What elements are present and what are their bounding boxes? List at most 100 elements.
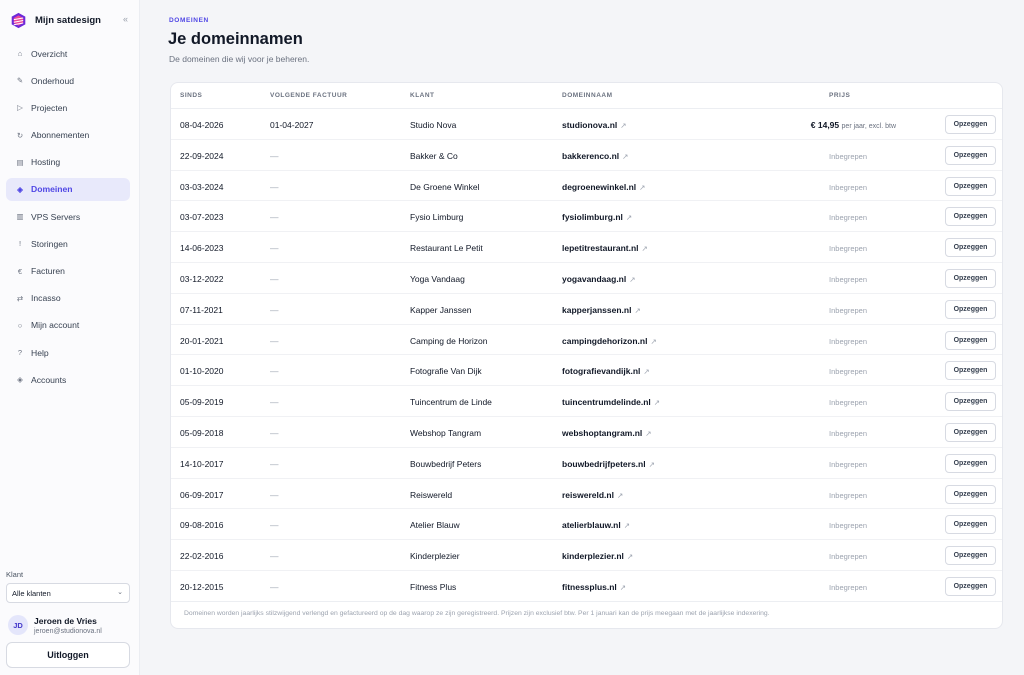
cancel-domain-button[interactable]: Opzeggen	[945, 453, 996, 473]
external-link-icon: ↗	[653, 398, 661, 408]
cancel-domain-button[interactable]: Opzeggen	[945, 484, 996, 504]
cancel-domain-button[interactable]: Opzeggen	[945, 392, 996, 412]
sidebar-item-onderhoud[interactable]: ✎ Onderhoud	[6, 69, 130, 92]
price-included: Inbegrepen	[829, 151, 867, 161]
price-included: Inbegrepen	[829, 213, 867, 223]
sidebar-item-hosting[interactable]: ▤ Hosting	[6, 151, 130, 174]
logout-button[interactable]: Uitloggen	[6, 642, 130, 668]
column-header-client: KLANT	[410, 92, 435, 99]
collapse-sidebar-icon[interactable]: «	[123, 14, 128, 24]
table-row: 09-08-2016 — Atelier Blauw atelierblauw.nl ↗…	[171, 509, 1002, 541]
table-row: 22-09-2024 — Bakker & Co bakkerenco.nl ↗ Inbe…	[171, 140, 1002, 171]
cancel-domain-button[interactable]: Opzeggen	[945, 576, 996, 596]
since-date: 05-09-2019	[180, 397, 224, 408]
sidebar-item-abonnementen[interactable]: ↻ Abonnementen	[6, 124, 130, 147]
next-invoice-date: —	[270, 520, 279, 531]
cancel-domain-button[interactable]: Opzeggen	[945, 238, 996, 258]
cancel-domain-button[interactable]: Opzeggen	[945, 145, 996, 165]
price-included: Inbegrepen	[829, 582, 867, 592]
sidebar-item-label: Help	[31, 347, 49, 358]
euro-icon: €	[17, 266, 23, 276]
domain-link[interactable]: webshoptangram.nl ↗	[562, 428, 652, 438]
cancel-domain-button[interactable]: Opzeggen	[945, 330, 996, 350]
vps-icon: ▥	[16, 212, 24, 222]
price-included: Inbegrepen	[829, 182, 867, 192]
klant-select[interactable]: Alle klanten ⌄	[6, 583, 130, 603]
domain-link[interactable]: fitnessplus.nl ↗	[562, 582, 626, 592]
domain-link[interactable]: campingdehorizon.nl ↗	[562, 336, 657, 346]
price-included: Inbegrepen	[829, 459, 867, 469]
table-row: 03-03-2024 — De Groene Winkel degroenewinke…	[171, 171, 1002, 202]
cancel-domain-button[interactable]: Opzeggen	[945, 207, 996, 227]
domain-link[interactable]: bakkerenco.nl ↗	[562, 151, 628, 161]
domain-link[interactable]: degroenewinkel.nl ↗	[562, 182, 645, 192]
brand[interactable]: Mijn satdesign «	[10, 10, 130, 30]
next-invoice-date: —	[270, 366, 279, 377]
cancel-domain-button[interactable]: Opzeggen	[945, 115, 996, 134]
client-name: Bouwbedrijf Peters	[410, 458, 482, 469]
sidebar-item-facturen[interactable]: € Facturen	[6, 260, 130, 283]
sidebar-item-label: Hosting	[31, 157, 61, 168]
sidebar-item-help[interactable]: ? Help	[6, 341, 130, 364]
external-link-icon: ↗	[634, 305, 641, 315]
client-name: Camping de Horizon	[410, 335, 488, 346]
sidebar-item-mijn-account[interactable]: ○ Mijn account	[6, 314, 130, 337]
client-name: Fotografie Van Dijk	[410, 366, 482, 377]
domain-name: atelierblauw.nl	[562, 520, 621, 531]
external-link-icon: ↗	[622, 151, 629, 161]
sidebar-item-accounts[interactable]: ◈ Accounts	[6, 368, 130, 391]
client-name: Atelier Blauw	[410, 520, 460, 531]
cancel-domain-button[interactable]: Opzeggen	[945, 176, 996, 196]
external-link-icon: ↗	[626, 552, 634, 562]
domain-link[interactable]: studionova.nl ↗	[562, 120, 627, 130]
since-date: 22-09-2024	[180, 150, 224, 161]
domain-link[interactable]: lepetitrestaurant.nl ↗	[562, 243, 648, 253]
domain-link[interactable]: reiswereld.nl ↗	[562, 490, 623, 500]
since-date: 08-04-2026	[180, 120, 224, 130]
sidebar-item-label: Accounts	[31, 374, 67, 385]
alert-icon: !	[18, 239, 22, 249]
sidebar-item-storingen[interactable]: ! Storingen	[6, 232, 130, 255]
cancel-domain-button[interactable]: Opzeggen	[945, 268, 996, 288]
next-invoice-date: —	[270, 150, 279, 161]
domain-link[interactable]: fotografievandijk.nl ↗	[562, 366, 650, 376]
domain-link[interactable]: tuincentrumdelinde.nl ↗	[562, 397, 660, 407]
sidebar-item-overzicht[interactable]: ⌂ Overzicht	[6, 42, 130, 65]
domain-link[interactable]: yogavandaag.nl ↗	[562, 274, 636, 284]
sidebar-item-label: Onderhoud	[31, 75, 75, 86]
domain-name: bakkerenco.nl	[562, 150, 620, 161]
cancel-domain-button[interactable]: Opzeggen	[945, 422, 996, 442]
next-invoice-date: —	[270, 273, 279, 284]
since-date: 20-01-2021	[180, 335, 224, 346]
wrench-icon: ✎	[16, 76, 24, 86]
cancel-domain-button[interactable]: Opzeggen	[945, 361, 996, 381]
user-name: Jeroen de Vries	[34, 615, 97, 626]
domain-link[interactable]: fysiolimburg.nl ↗	[562, 212, 632, 222]
domain-name: kinderplezier.nl	[562, 551, 624, 562]
domain-link[interactable]: kapperjanssen.nl ↗	[562, 305, 641, 315]
cancel-domain-button[interactable]: Opzeggen	[945, 515, 996, 535]
since-date: 03-07-2023	[180, 212, 224, 223]
domain-link[interactable]: atelierblauw.nl ↗	[562, 520, 630, 530]
cancel-domain-button[interactable]: Opzeggen	[945, 299, 996, 319]
table-header: SINDS VOLGENDE FACTUUR KLANT DOMEINNAAM …	[171, 83, 1002, 109]
sidebar-item-projecten[interactable]: ▷ Projecten	[6, 96, 130, 119]
sidebar-item-vps-servers[interactable]: ▥ VPS Servers	[6, 205, 130, 228]
price-included: Inbegrepen	[829, 490, 867, 500]
domain-link[interactable]: bouwbedrijfpeters.nl ↗	[562, 459, 655, 469]
chevron-down-icon: ⌄	[117, 589, 123, 596]
price: € 14,95 per jaar, excl. btw	[811, 120, 896, 130]
sidebar-item-label: Mijn account	[31, 320, 80, 331]
cancel-domain-button[interactable]: Opzeggen	[945, 546, 996, 566]
sidebar-item-domeinen[interactable]: ◈ Domeinen	[6, 177, 130, 201]
sidebar-item-incasso[interactable]: ⇄ Incasso	[6, 287, 130, 310]
client-name: Webshop Tangram	[410, 427, 482, 438]
external-link-icon: ↗	[625, 213, 633, 223]
table-body: 08-04-2026 01-04-2027 Studio Nova studionov…	[171, 109, 1002, 602]
since-date: 22-02-2016	[180, 551, 224, 562]
table-footnote: Domeinen worden jaarlijks stilzwijgend v…	[184, 610, 770, 617]
table-row: 22-02-2016 — Kinderplezier kinderplezier.nl…	[171, 540, 1002, 571]
since-date: 05-09-2018	[180, 427, 224, 438]
sidebar-item-label: Domeinen	[31, 184, 73, 195]
domain-link[interactable]: kinderplezier.nl ↗	[562, 551, 633, 561]
